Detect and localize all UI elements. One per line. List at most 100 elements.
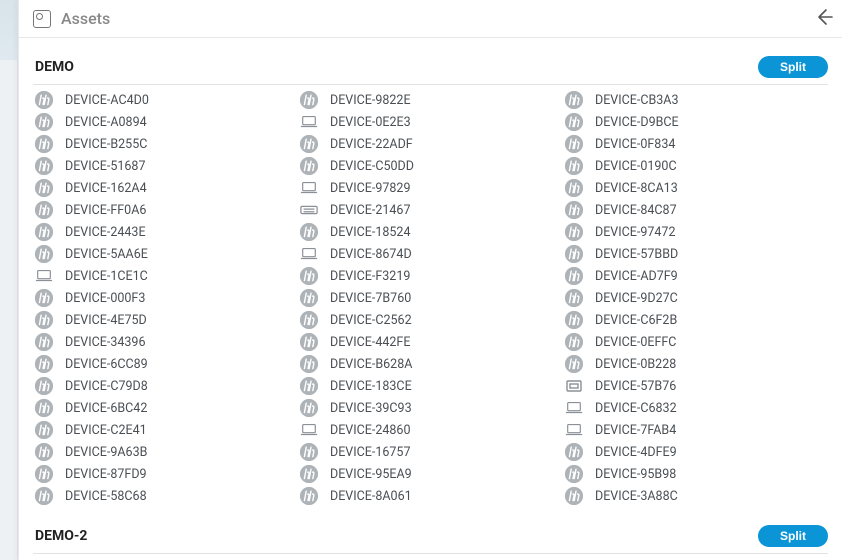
split-button[interactable]: Split [758,525,828,547]
device-item[interactable]: DEVICE-34396 [33,331,298,353]
device-item[interactable]: DEVICE-57B76 [563,375,828,397]
device-label: DEVICE-6CC89 [65,357,148,372]
device-item[interactable]: DEVICE-C50DD [298,155,563,177]
device-label: DEVICE-A0894 [65,115,147,130]
device-item[interactable]: DEVICE-9A63B [33,441,298,463]
device-label: DEVICE-58C68 [65,489,147,504]
device-item[interactable]: DEVICE-9822E [298,89,563,111]
device-item[interactable]: DEVICE-C79D8 [33,375,298,397]
device-grid: DEVICE-AC4D0 DEVICE-9822E DEVICE-CB3A3 D… [33,85,828,507]
device-item[interactable]: DEVICE-C2E41 [33,419,298,441]
device-label: DEVICE-4E75D [65,313,147,328]
device-label: DEVICE-AD7F9 [595,269,678,284]
hp-icon [565,245,583,263]
device-item[interactable]: DEVICE-5AA6E [33,243,298,265]
assets-content[interactable]: DEMOSplit DEVICE-AC4D0 DEVICE-9822E DEVI… [19,38,842,560]
device-item[interactable]: DEVICE-22ADF [298,133,563,155]
device-label: DEVICE-21467 [330,203,411,218]
hp-icon [35,223,53,241]
device-item[interactable]: DEVICE-84C87 [563,199,828,221]
hp-icon [565,289,583,307]
device-item[interactable]: DEVICE-57BBD [563,243,828,265]
device-item[interactable]: DEVICE-1CE1C [33,265,298,287]
device-item[interactable]: DEVICE-C2562 [298,309,563,331]
device-label: DEVICE-3A88C [595,489,678,504]
device-label: DEVICE-22ADF [330,137,413,152]
hp-icon [35,289,53,307]
device-item[interactable]: DEVICE-0EFFC [563,331,828,353]
hp-icon [300,355,318,373]
device-item[interactable]: DEVICE-9D27C [563,287,828,309]
device-item[interactable]: DEVICE-162A4 [33,177,298,199]
device-item[interactable]: DEVICE-4DFE9 [563,441,828,463]
device-item[interactable]: DEVICE-95EA9 [298,463,563,485]
device-label: DEVICE-7B760 [330,291,411,306]
device-label: DEVICE-183CE [330,379,412,394]
device-item[interactable]: DEVICE-0190C [563,155,828,177]
device-item[interactable]: DEVICE-6CC89 [33,353,298,375]
device-item[interactable]: DEVICE-4E75D [33,309,298,331]
device-item[interactable]: DEVICE-183CE [298,375,563,397]
device-item[interactable]: DEVICE-6BC42 [33,397,298,419]
device-label: DEVICE-51687 [65,159,146,174]
device-label: DEVICE-0F834 [595,137,675,152]
device-item[interactable]: DEVICE-95B98 [563,463,828,485]
assets-panel: Assets DEMOSplit DEVICE-AC4D0 DEVICE-982… [18,0,842,560]
device-item[interactable]: DEVICE-7B760 [298,287,563,309]
device-item[interactable]: DEVICE-51687 [33,155,298,177]
device-label: DEVICE-0190C [595,159,677,174]
device-item[interactable]: DEVICE-D9BCE [563,111,828,133]
hp-icon [35,201,53,219]
device-label: DEVICE-97829 [330,181,411,196]
device-label: DEVICE-0B228 [595,357,676,372]
back-arrow-icon[interactable] [814,7,834,31]
device-item[interactable]: DEVICE-A0894 [33,111,298,133]
device-item[interactable]: DEVICE-442FE [298,331,563,353]
device-label: DEVICE-FF0A6 [65,203,146,218]
panel-title: Assets [61,9,110,28]
device-label: DEVICE-B628A [330,357,412,372]
hp-icon [300,399,318,417]
device-item[interactable]: DEVICE-8674D [298,243,563,265]
hp-icon [300,487,318,505]
device-item[interactable]: DEVICE-0F834 [563,133,828,155]
device-item[interactable]: DEVICE-3A88C [563,485,828,507]
device-item[interactable]: DEVICE-8CA13 [563,177,828,199]
device-item[interactable]: DEVICE-B255C [33,133,298,155]
device-item[interactable]: DEVICE-97472 [563,221,828,243]
device-item[interactable]: DEVICE-21467 [298,199,563,221]
device-item[interactable]: DEVICE-18524 [298,221,563,243]
hp-icon [35,157,53,175]
device-item[interactable]: DEVICE-97829 [298,177,563,199]
device-label: DEVICE-16757 [330,445,411,460]
device-item[interactable]: DEVICE-87FD9 [33,463,298,485]
device-item[interactable]: DEVICE-AC4D0 [33,89,298,111]
device-item[interactable]: DEVICE-58C68 [33,485,298,507]
device-item[interactable]: DEVICE-0B228 [563,353,828,375]
hp-icon [35,399,53,417]
device-item[interactable]: DEVICE-000F3 [33,287,298,309]
device-label: DEVICE-C50DD [330,159,414,174]
hp-icon [35,377,53,395]
device-item[interactable]: DEVICE-24860 [298,419,563,441]
device-label: DEVICE-C2E41 [65,423,147,438]
device-label: DEVICE-97472 [595,225,676,240]
device-item[interactable]: DEVICE-7FAB4 [563,419,828,441]
split-button[interactable]: Split [758,56,828,78]
device-item[interactable]: DEVICE-8A061 [298,485,563,507]
device-item[interactable]: DEVICE-AD7F9 [563,265,828,287]
device-item[interactable]: DEVICE-FF0A6 [33,199,298,221]
device-item[interactable]: DEVICE-C6832 [563,397,828,419]
hp-icon [565,333,583,351]
device-item[interactable]: DEVICE-B628A [298,353,563,375]
device-item[interactable]: DEVICE-0E2E3 [298,111,563,133]
device-item[interactable]: DEVICE-C6F2B [563,309,828,331]
device-item[interactable]: DEVICE-16757 [298,441,563,463]
laptop-icon [300,113,318,131]
hp-icon [300,333,318,351]
hp-icon [300,135,318,153]
device-item[interactable]: DEVICE-CB3A3 [563,89,828,111]
device-item[interactable]: DEVICE-2443E [33,221,298,243]
device-item[interactable]: DEVICE-39C93 [298,397,563,419]
device-item[interactable]: DEVICE-F3219 [298,265,563,287]
